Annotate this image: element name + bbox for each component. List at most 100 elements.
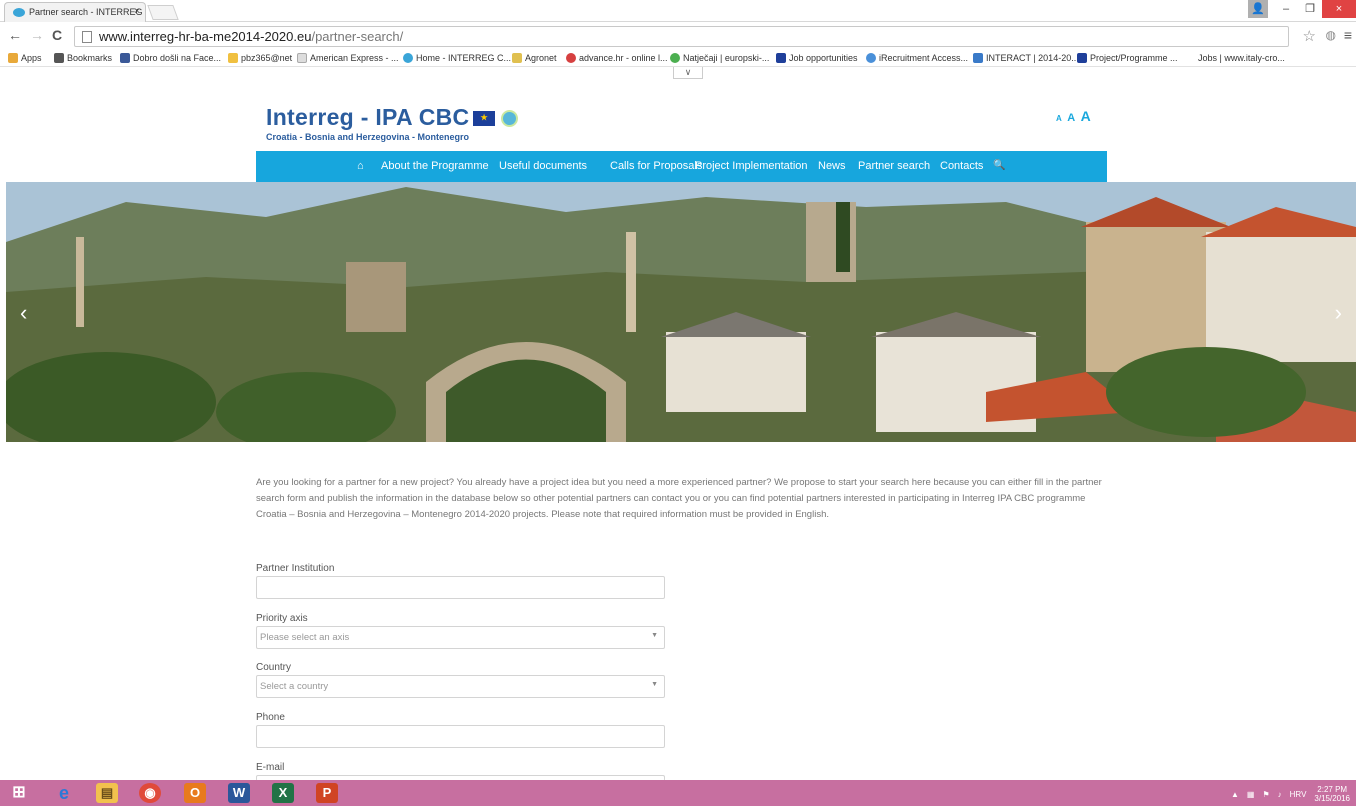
bookmark-item[interactable]: INTERACT | 2014-20...: [973, 53, 1079, 63]
windows-start-icon[interactable]: ⊞: [8, 783, 30, 803]
nav-project-implementation[interactable]: Project Implementation: [695, 160, 808, 172]
programme-globe-icon: [501, 110, 519, 128]
nav-about-programme[interactable]: About the Programme: [381, 160, 489, 172]
bookmark-item[interactable]: Natječaji | europski-...: [670, 53, 769, 63]
page-icon: [297, 53, 307, 63]
powerpoint-icon[interactable]: P: [316, 783, 338, 803]
tab-close-icon[interactable]: ×: [134, 6, 140, 17]
hero-slider: ‹ ›: [6, 182, 1356, 442]
bookmark-item[interactable]: Project/Programme ...: [1077, 53, 1178, 63]
bank-icon: [228, 53, 238, 63]
minimize-button[interactable]: –: [1274, 0, 1298, 18]
network-icon[interactable]: ▦: [1247, 790, 1255, 799]
agronet-icon: [512, 53, 522, 63]
bookmark-star-icon[interactable]: ☆: [1303, 27, 1316, 45]
search-icon[interactable]: 🔍: [993, 160, 1005, 171]
logo-subtitle: Croatia - Bosnia and Herzegovina - Monte…: [266, 132, 470, 142]
font-size-large-button[interactable]: A: [1081, 108, 1091, 124]
reload-icon[interactable]: C: [52, 27, 62, 43]
chevron-down-icon[interactable]: ∨: [673, 67, 703, 79]
nav-contacts[interactable]: Contacts: [940, 160, 983, 172]
site-logo[interactable]: Interreg - IPA CBC Croatia - Bosnia and …: [266, 104, 519, 142]
windows-taskbar: ⊞ e ▤ ◉ O W X P ▲ ▦ ⚑ ♪ HRV 2:27 PM 3/15…: [0, 780, 1356, 806]
outlook-icon[interactable]: O: [184, 783, 206, 803]
bookmark-item[interactable]: Home - INTERREG C...: [403, 53, 511, 63]
word-icon[interactable]: W: [228, 783, 250, 803]
slider-next-icon[interactable]: ›: [1335, 300, 1342, 326]
window-controls: 👤 – ❐ ×: [1248, 0, 1356, 18]
nav-useful-documents[interactable]: Useful documents: [499, 160, 587, 172]
nav-partner-search[interactable]: Partner search: [858, 160, 930, 172]
slider-prev-icon[interactable]: ‹: [20, 300, 27, 326]
country-placeholder: Select a country: [260, 681, 329, 692]
bookmark-item[interactable]: Bookmarks: [54, 53, 112, 63]
user-profile-icon[interactable]: 👤: [1248, 0, 1268, 18]
chrome-menu-icon[interactable]: ≡: [1344, 27, 1352, 43]
eu-icon: [1077, 53, 1087, 63]
tray-expand-icon[interactable]: ▲: [1231, 790, 1239, 799]
country-select[interactable]: Select a country ▼: [256, 675, 665, 698]
home-icon[interactable]: ⌂: [357, 160, 364, 172]
apps-grid-icon: [8, 53, 18, 63]
email-label: E-mail: [256, 762, 285, 773]
advance-icon: [566, 53, 576, 63]
browser-tab-bar: Partner search - INTERREG × 👤 – ❐ ×: [0, 0, 1356, 22]
clock[interactable]: 2:27 PM 3/15/2016: [1314, 785, 1350, 803]
bookmark-item[interactable]: American Express - ...: [297, 53, 399, 63]
back-icon[interactable]: ←: [8, 27, 22, 43]
hero-image: [6, 182, 1356, 442]
bookmarks-bar: Apps Bookmarks Dobro došli na Face... pb…: [0, 50, 1356, 67]
address-bar-row: ← → C www.interreg-hr-ba-me2014-2020.eu/…: [0, 23, 1356, 50]
restore-button[interactable]: ❐: [1298, 0, 1322, 18]
priority-axis-placeholder: Please select an axis: [260, 632, 350, 643]
bookmark-item[interactable]: Agronet: [512, 53, 557, 63]
eu-icon: [776, 53, 786, 63]
bookmark-item[interactable]: Job opportunities: [776, 53, 858, 63]
natjecaji-icon: [670, 53, 680, 63]
interreg-icon: [403, 53, 413, 63]
priority-axis-label: Priority axis: [256, 613, 308, 624]
clock-time: 2:27 PM: [1317, 785, 1348, 794]
intro-paragraph: Are you looking for a partner for a new …: [256, 477, 1102, 520]
language-indicator[interactable]: HRV: [1290, 790, 1307, 799]
bookmark-item[interactable]: Apps: [8, 53, 42, 63]
chevron-down-icon: ▼: [651, 632, 658, 639]
flag-icon[interactable]: ⚑: [1262, 790, 1269, 799]
extension-icon[interactable]: ◍: [1326, 28, 1336, 42]
phone-label: Phone: [256, 712, 285, 723]
phone-input[interactable]: [256, 725, 665, 748]
url-path: /partner-search/: [311, 29, 404, 44]
logo-title: Interreg - IPA CBC: [266, 104, 470, 130]
interact-icon: [973, 53, 983, 63]
nav-news[interactable]: News: [818, 160, 846, 172]
recruitment-icon: [866, 53, 876, 63]
url-input[interactable]: www.interreg-hr-ba-me2014-2020.eu/partne…: [74, 26, 1289, 47]
facebook-icon: [120, 53, 130, 63]
new-tab-button[interactable]: [147, 5, 179, 20]
clock-date: 3/15/2016: [1314, 794, 1350, 803]
bookmark-item[interactable]: pbz365@net: [228, 53, 292, 63]
priority-axis-select[interactable]: Please select an axis ▼: [256, 626, 665, 649]
excel-icon[interactable]: X: [272, 783, 294, 803]
volume-icon[interactable]: ♪: [1278, 790, 1282, 799]
forward-icon[interactable]: →: [30, 27, 44, 43]
browser-tab[interactable]: Partner search - INTERREG ×: [4, 2, 146, 22]
url-host: www.interreg-hr-ba-me2014-2020.eu: [99, 29, 312, 44]
font-size-small-button[interactable]: A: [1056, 114, 1062, 123]
bookmark-item[interactable]: advance.hr - online l...: [566, 53, 668, 63]
partner-institution-input[interactable]: [256, 576, 665, 599]
file-explorer-icon[interactable]: ▤: [96, 783, 118, 803]
internet-explorer-icon[interactable]: e: [53, 783, 75, 803]
partner-institution-label: Partner Institution: [256, 563, 335, 574]
eu-flag-icon: [473, 111, 496, 127]
bookmark-item[interactable]: Dobro došli na Face...: [120, 53, 221, 63]
nav-calls-for-proposals[interactable]: Calls for Proposals: [610, 160, 702, 172]
star-icon: [54, 53, 64, 63]
page-icon: [82, 31, 92, 43]
close-window-button[interactable]: ×: [1322, 0, 1356, 18]
bookmark-item[interactable]: Jobs | www.italy-cro...: [1198, 53, 1285, 63]
chrome-icon[interactable]: ◉: [139, 783, 161, 803]
font-size-medium-button[interactable]: A: [1067, 112, 1075, 124]
main-navigation: ⌂ About the Programme Useful documents C…: [256, 151, 1107, 182]
bookmark-item[interactable]: iRecruitment Access...: [866, 53, 968, 63]
